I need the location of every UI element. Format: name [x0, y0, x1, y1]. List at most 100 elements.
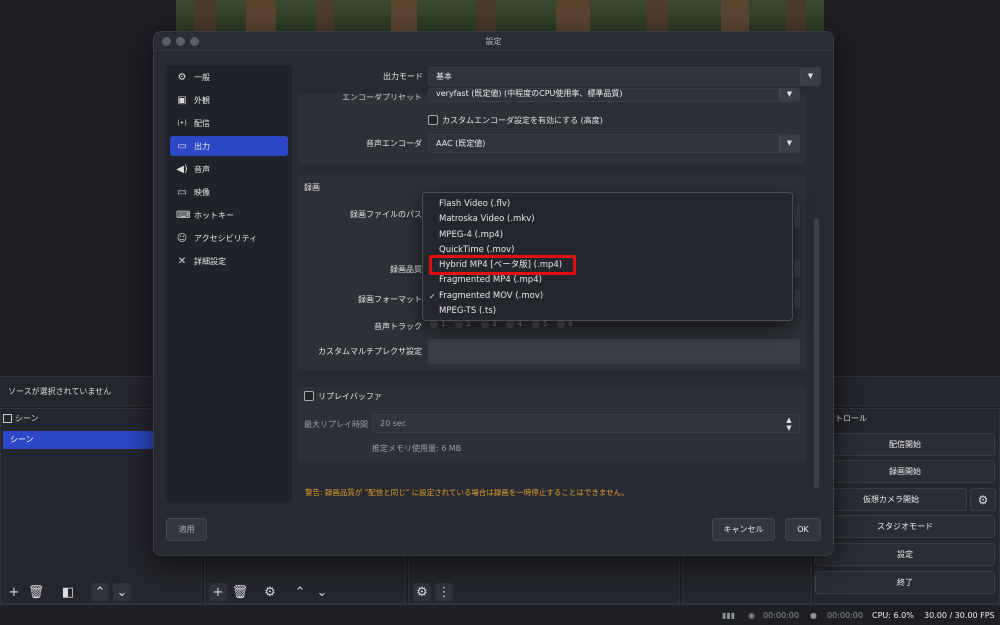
no-source-label: ソースが選択されていません — [8, 387, 112, 396]
gear-icon: ⚙ — [177, 71, 187, 83]
custom-muxer-label: カスタムマルチプレクサ設定 — [318, 347, 422, 356]
preview-canvas — [176, 0, 824, 34]
start-virtual-camera-button[interactable]: 仮想カメラ開始 — [815, 488, 967, 511]
output-mode-label: 出力モード — [383, 72, 423, 81]
settings-sidebar: ⚙ 一般 ▣ 外観 (•) 配信 ▭ 出力 ◀) 音声 ▭ 映像 ⌨ ホットキー ☺ アクセシビ… — [166, 65, 292, 502]
preview-tree — [721, 0, 749, 34]
trash-icon[interactable]: 🗑 — [27, 583, 45, 601]
speaker-icon: ◀) — [176, 163, 188, 175]
format-option-mkv[interactable]: Matroska Video (.mkv) — [423, 212, 792, 227]
preview-tree — [786, 0, 806, 34]
chevron-down-icon: ▼ — [779, 135, 799, 152]
exit-button[interactable]: 終了 — [815, 571, 995, 594]
audio-track-label: 音声トラック — [374, 322, 422, 331]
recording-warning: 警告: 録画品質が "配信と同じ" に設定されている場合は録画を一時停止すること… — [305, 488, 629, 497]
signal-icon: ▮▮▮ — [722, 611, 736, 620]
add-source-icon[interactable]: + — [209, 583, 227, 601]
appearance-icon: ▣ — [177, 94, 187, 106]
mixer-footer: ⚙ ⋮ — [409, 581, 679, 603]
checkmark-icon: ✓ — [429, 291, 436, 301]
preview-tree — [476, 0, 496, 34]
nav-item-hotkeys[interactable]: ⌨ ホットキー — [170, 205, 288, 225]
nav-item-output[interactable]: ▭ 出力 — [170, 136, 288, 156]
nav-item-audio[interactable]: ◀) 音声 — [170, 159, 288, 179]
highlight-annotation-box — [429, 255, 576, 275]
recording-format-label: 録画フォーマット — [358, 295, 422, 304]
nav-item-general[interactable]: ⚙ 一般 — [170, 67, 288, 87]
memory-estimate: 推定メモリ使用量: 6 MB — [372, 444, 462, 453]
audio-track-1[interactable]: 1 — [430, 320, 445, 328]
move-up-icon[interactable]: ⌃ — [291, 583, 309, 601]
controls-dock-title: コントロール — [819, 414, 867, 423]
recording-quality-select[interactable] — [794, 259, 800, 278]
recording-section-title: 録画 — [304, 183, 320, 192]
display-icon: ▭ — [177, 186, 187, 198]
antenna-icon: (•) — [177, 119, 187, 127]
format-option-flv[interactable]: Flash Video (.flv) — [423, 197, 792, 212]
format-option-fragmented-mp4[interactable]: Fragmented MP4 (.mp4) — [423, 273, 792, 288]
gear-icon[interactable]: ⚙ — [261, 583, 279, 601]
status-bar: ▮▮▮ ◉ 00:00:00 ● 00:00:00 CPU: 6.0% 30.0… — [0, 604, 1000, 625]
streaming-group — [298, 94, 806, 164]
output-mode-select[interactable]: 基本 ▼ — [428, 67, 821, 86]
preview-tree — [556, 0, 590, 34]
move-up-icon[interactable]: ⌃ — [91, 583, 109, 601]
chevron-down-icon: ▼ — [779, 89, 799, 101]
scenes-footer: + 🗑 ◧ ⌃ ⌄ — [1, 581, 201, 603]
filter-icon[interactable]: ◧ — [59, 583, 77, 601]
replay-buffer-checkbox[interactable] — [304, 391, 314, 401]
move-down-icon[interactable]: ⌄ — [313, 583, 331, 601]
settings-button[interactable]: 設定 — [815, 543, 995, 566]
audio-track-6[interactable]: 6 — [557, 320, 573, 328]
nav-item-video[interactable]: ▭ 映像 — [170, 182, 288, 202]
tools-icon: ✕ — [177, 255, 187, 267]
start-recording-button[interactable]: 録画開始 — [815, 460, 995, 483]
audio-encoder-label: 音声エンコーダ — [366, 139, 422, 148]
more-icon[interactable]: ⋮ — [435, 583, 453, 601]
settings-scrollbar[interactable] — [814, 218, 819, 488]
dialog-title: 設定 — [485, 37, 502, 46]
stream-time: 00:00:00 — [827, 611, 863, 620]
custom-encoder-checkbox[interactable] — [428, 115, 438, 125]
audio-encoder-select[interactable]: AAC (既定値) ▼ — [428, 134, 800, 153]
studio-mode-button[interactable]: スタジオモード — [815, 515, 995, 538]
fps-readout: 30.00 / 30.00 FPS — [924, 611, 995, 620]
custom-muxer-input[interactable] — [428, 339, 800, 364]
keyboard-icon: ⌨ — [176, 209, 191, 221]
trash-icon[interactable]: 🗑 — [231, 583, 249, 601]
preview-tree — [194, 0, 216, 34]
nav-item-accessibility[interactable]: ☺ アクセシビリティ — [170, 228, 288, 248]
virtual-camera-gear-icon[interactable]: ⚙ — [970, 488, 996, 511]
format-option-mp4[interactable]: MPEG-4 (.mp4) — [423, 228, 792, 243]
mixer-gear-icon[interactable]: ⚙ — [413, 583, 431, 601]
cancel-button[interactable]: キャンセル — [712, 518, 775, 541]
move-down-icon[interactable]: ⌄ — [113, 583, 131, 601]
audio-track-3[interactable]: 3 — [480, 320, 496, 328]
preview-tree — [246, 0, 276, 34]
recording-path-label: 録画ファイルのパス — [350, 210, 422, 219]
nav-item-stream[interactable]: (•) 配信 — [170, 113, 288, 133]
recording-path-field[interactable] — [794, 204, 800, 228]
nav-item-advanced[interactable]: ✕ 詳細設定 — [170, 251, 288, 271]
recording-quality-label: 録画品質 — [390, 265, 422, 274]
nav-item-appearance[interactable]: ▣ 外観 — [170, 90, 288, 110]
apply-button[interactable]: 適用 — [166, 518, 207, 541]
recording-format-select[interactable] — [794, 289, 800, 308]
ok-button[interactable]: OK — [785, 518, 821, 541]
start-streaming-button[interactable]: 配信開始 — [815, 433, 995, 456]
encoder-preset-select[interactable]: veryfast (既定値) (中程度のCPU使用率、標準品質) ▼ — [428, 88, 800, 102]
dock-window-icon[interactable] — [3, 414, 12, 423]
stream-status-icon: ● — [810, 611, 817, 620]
replay-buffer-label: リプレイバッファ — [318, 392, 382, 401]
preview-tree — [316, 0, 334, 34]
max-replay-time-spinbox[interactable]: 20 sec ▲ ▼ — [372, 414, 800, 433]
audio-track-4[interactable]: 4 — [506, 320, 522, 328]
audio-track-5[interactable]: 5 — [531, 320, 547, 328]
audio-track-2[interactable]: 2 — [455, 320, 471, 328]
format-option-ts[interactable]: MPEG-TS (.ts) — [423, 304, 792, 319]
add-scene-icon[interactable]: + — [5, 583, 23, 601]
spin-arrows-icon[interactable]: ▲ ▼ — [779, 415, 799, 432]
max-replay-time-label: 最大リプレイ時間 — [304, 420, 368, 429]
format-option-fragmented-mov[interactable]: ✓ Fragmented MOV (.mov) — [423, 289, 792, 304]
record-status-icon: ◉ — [748, 611, 755, 620]
